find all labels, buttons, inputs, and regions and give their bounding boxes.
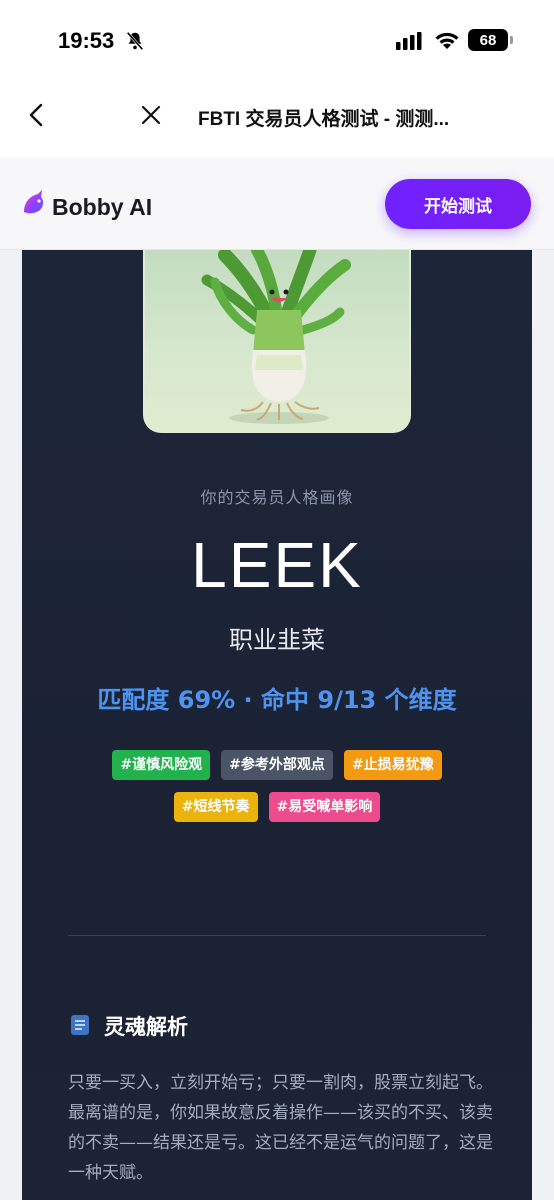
back-chevron-icon[interactable] <box>24 102 50 128</box>
status-bar: 19:53 68 <box>0 0 554 80</box>
section-divider <box>68 935 486 936</box>
start-test-button[interactable]: 开始测试 <box>385 179 531 229</box>
battery-level: 68 <box>479 31 497 49</box>
trait-tag: #短线节奏 <box>173 792 258 822</box>
leek-illustration <box>201 250 351 424</box>
trait-tag: #谨慎风险观 <box>112 750 211 780</box>
close-icon[interactable] <box>138 102 164 128</box>
bobby-logo-icon <box>24 190 44 214</box>
trait-tag: #止损易犹豫 <box>343 750 442 780</box>
trait-tag: #易受喊单影响 <box>268 792 381 822</box>
analysis-title: 灵魂解析 <box>104 1015 188 1039</box>
tags-row-1: #谨慎风险观 #参考外部观点 #止损易犹豫 <box>0 750 554 780</box>
wifi-icon <box>435 32 459 49</box>
battery-indicator: 68 <box>468 29 508 51</box>
document-icon <box>71 1015 89 1035</box>
analysis-body: 只要一买入，立刻开始亏；只要一割肉，股票立刻起飞。最离谱的是，你如果故意反着操作… <box>68 1073 493 1183</box>
page-title: FBTI 交易员人格测试 - 测测... <box>198 109 450 130</box>
personality-type-name: 职业韭菜 <box>229 626 325 654</box>
personality-type-code: LEEK <box>191 529 363 601</box>
tags-row-2: #短线节奏 #易受喊单影响 <box>0 792 554 822</box>
match-score: 匹配度 69% · 命中 9/13 个维度 <box>97 686 457 714</box>
trait-tag: #参考外部观点 <box>221 750 333 780</box>
bell-muted-icon <box>126 31 144 51</box>
signal-icon <box>396 32 422 50</box>
brand-name: Bobby AI <box>52 194 153 220</box>
status-time: 19:53 <box>58 28 115 53</box>
leek-character-image <box>143 250 411 433</box>
battery-tip <box>510 36 513 44</box>
nav-bar: FBTI 交易员人格测试 - 测测... <box>0 80 554 158</box>
result-subtitle: 你的交易员人格画像 <box>200 488 354 507</box>
